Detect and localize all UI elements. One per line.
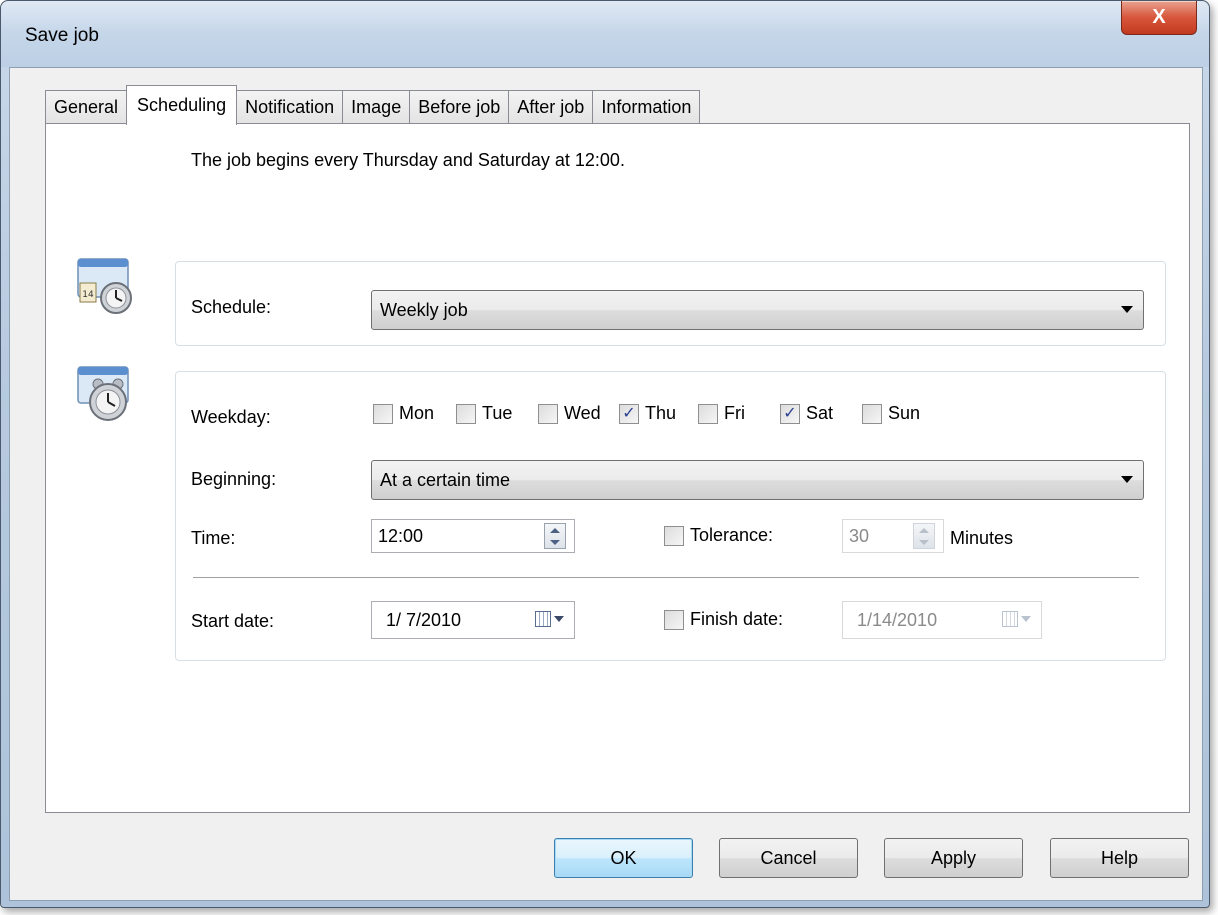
- title-bar[interactable]: Save job X: [1, 1, 1209, 67]
- weekday-sun-label: Sun: [888, 403, 921, 423]
- tab-before-job[interactable]: Before job: [409, 90, 510, 124]
- check-mark-icon[interactable]: ✓: [619, 403, 639, 424]
- svg-text:14: 14: [82, 290, 94, 300]
- weekday-thu-checkbox[interactable]: ✓ Thu: [619, 403, 676, 424]
- checkbox-box[interactable]: [698, 403, 718, 424]
- time-spinner[interactable]: 12:00: [371, 519, 575, 553]
- schedule-label: Schedule:: [191, 297, 272, 317]
- checkbox-box[interactable]: [456, 403, 476, 424]
- calendar-dropdown-button[interactable]: [1002, 611, 1031, 627]
- weekday-fri-label: Fri: [724, 403, 745, 423]
- window-title: Save job: [25, 25, 99, 46]
- tolerance-value: 30: [849, 525, 870, 546]
- tab-scheduling[interactable]: Scheduling: [126, 85, 238, 125]
- weekday-mon-checkbox[interactable]: Mon: [373, 403, 434, 424]
- checkbox-box[interactable]: [664, 609, 684, 630]
- weekday-fri-checkbox[interactable]: Fri: [698, 403, 745, 424]
- chevron-down-icon: [1121, 476, 1133, 483]
- weekday-sun-checkbox[interactable]: Sun: [862, 403, 920, 424]
- spin-down-icon[interactable]: [550, 539, 560, 545]
- calendar-dropdown-button[interactable]: [535, 611, 564, 627]
- checkbox-box[interactable]: [664, 525, 684, 546]
- weekday-thu-label: Thu: [645, 403, 677, 423]
- tab-general[interactable]: General: [45, 90, 128, 124]
- finish-date-label: Finish date:: [690, 609, 784, 629]
- alarm-clock-icon: [77, 366, 129, 421]
- tab-information[interactable]: Information: [592, 90, 701, 124]
- calendar-clock-icon: 14: [77, 258, 132, 314]
- calendar-icon: [1002, 611, 1018, 627]
- tolerance-spinner[interactable]: 30: [842, 519, 944, 553]
- tab-image[interactable]: Image: [342, 90, 411, 124]
- check-mark-icon[interactable]: ✓: [780, 403, 800, 424]
- schedule-dropdown[interactable]: Weekly job: [371, 290, 1144, 330]
- spin-up-icon[interactable]: [550, 527, 560, 533]
- weekday-tue-checkbox[interactable]: Tue: [456, 403, 512, 424]
- apply-button[interactable]: Apply: [884, 838, 1023, 878]
- tolerance-checkbox[interactable]: Tolerance:: [664, 525, 773, 546]
- spin-up-icon[interactable]: [919, 527, 929, 533]
- beginning-dropdown[interactable]: At a certain time: [371, 460, 1144, 500]
- time-value: 12:00: [378, 525, 424, 546]
- beginning-label: Beginning:: [191, 469, 277, 489]
- schedule-value: Weekly job: [380, 299, 468, 320]
- cancel-button[interactable]: Cancel: [719, 838, 858, 878]
- tab-strip: General Scheduling Notification Image Be…: [45, 85, 701, 125]
- chevron-down-icon: [1021, 616, 1031, 622]
- spin-down-icon[interactable]: [919, 539, 929, 545]
- chevron-down-icon: [554, 616, 564, 622]
- tolerance-unit: Minutes: [950, 528, 1014, 548]
- weekday-sat-checkbox[interactable]: ✓ Sat: [780, 403, 833, 424]
- beginning-value: At a certain time: [380, 469, 511, 490]
- separator: [193, 577, 1139, 578]
- checkbox-box[interactable]: [538, 403, 558, 424]
- calendar-icon: [535, 611, 551, 627]
- finish-date-checkbox[interactable]: Finish date:: [664, 609, 783, 630]
- weekday-wed-label: Wed: [564, 403, 601, 423]
- schedule-summary-text: The job begins every Thursday and Saturd…: [191, 150, 625, 170]
- tolerance-label: Tolerance:: [690, 525, 774, 545]
- start-date-value: 1/ 7/2010: [386, 609, 462, 630]
- weekday-tue-label: Tue: [482, 403, 513, 423]
- tab-after-job[interactable]: After job: [508, 90, 594, 124]
- checkbox-box[interactable]: [862, 403, 882, 424]
- weekday-sat-label: Sat: [806, 403, 834, 423]
- time-label: Time:: [191, 528, 236, 548]
- spin-buttons[interactable]: [544, 523, 566, 549]
- spin-buttons[interactable]: [913, 523, 935, 549]
- close-icon: X: [1152, 6, 1166, 28]
- checkbox-box[interactable]: [373, 403, 393, 424]
- finish-date-value: 1/14/2010: [857, 609, 938, 630]
- ok-button[interactable]: OK: [554, 838, 693, 878]
- weekday-mon-label: Mon: [399, 403, 435, 423]
- start-date-picker[interactable]: 1/ 7/2010: [371, 601, 575, 639]
- weekday-wed-checkbox[interactable]: Wed: [538, 403, 601, 424]
- close-button[interactable]: X: [1121, 1, 1197, 35]
- help-button[interactable]: Help: [1050, 838, 1189, 878]
- weekday-label: Weekday:: [191, 407, 271, 427]
- chevron-down-icon: [1121, 306, 1133, 313]
- finish-date-picker[interactable]: 1/14/2010: [842, 601, 1042, 639]
- tab-notification[interactable]: Notification: [236, 90, 344, 124]
- start-date-label: Start date:: [191, 611, 275, 631]
